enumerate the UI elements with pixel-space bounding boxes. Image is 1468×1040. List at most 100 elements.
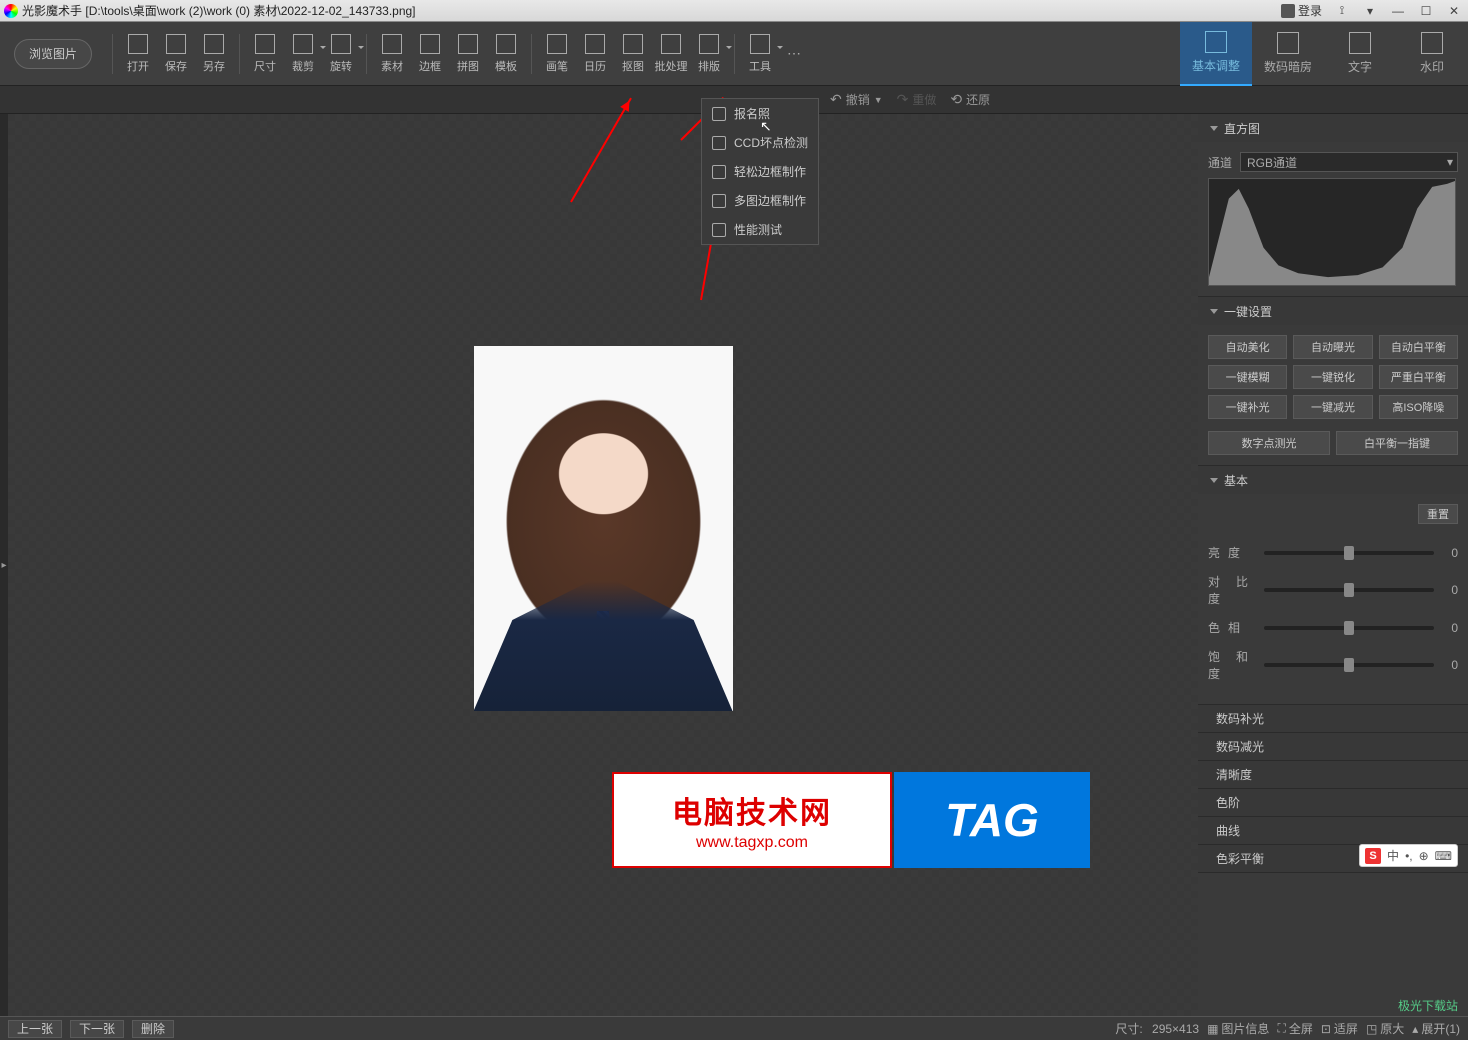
cutout-button[interactable]: 抠图 <box>614 26 652 82</box>
saturation-label: 饱和度 <box>1208 648 1256 682</box>
right-tabs: 基本调整 数码暗房 文字 水印 <box>1180 22 1468 86</box>
login-button[interactable]: 登录 <box>1281 2 1322 19</box>
saturation-slider[interactable] <box>1264 663 1434 667</box>
undo-button[interactable]: ↶撤销▼ <box>830 91 883 108</box>
redo-icon: ↷ <box>897 91 909 108</box>
basic-header[interactable]: 基本 <box>1198 466 1468 494</box>
tab-basic-adjust[interactable]: 基本调整 <box>1180 22 1252 86</box>
frame-button[interactable]: 边框 <box>411 26 449 82</box>
oneclick-blur-button[interactable]: 一键模糊 <box>1208 365 1287 389</box>
material-button[interactable]: 素材 <box>373 26 411 82</box>
undo-icon: ↶ <box>830 91 842 108</box>
basic-adjust-icon <box>1205 31 1227 53</box>
contrast-label: 对比度 <box>1208 573 1256 607</box>
ime-indicator[interactable]: S 中•,⊕⌨ <box>1359 844 1458 867</box>
template-icon <box>496 34 516 54</box>
oneclick-reduce-light-button[interactable]: 一键减光 <box>1293 395 1372 419</box>
globe-icon <box>712 107 726 121</box>
tab-text[interactable]: 文字 <box>1324 22 1396 86</box>
browse-images-button[interactable]: 浏览图片 <box>14 39 92 69</box>
section-reduce-light[interactable]: 数码减光 <box>1198 733 1468 761</box>
hue-label: 色相 <box>1208 619 1256 636</box>
basic-reset-button[interactable]: 重置 <box>1418 504 1458 524</box>
frame-make-icon <box>712 165 726 179</box>
fit-button[interactable]: ⊡ 适屏 <box>1321 1020 1358 1037</box>
section-clarity[interactable]: 清晰度 <box>1198 761 1468 789</box>
save-button[interactable]: 保存 <box>157 26 195 82</box>
text-icon <box>1349 32 1371 54</box>
frame-icon <box>420 34 440 54</box>
channel-label: 通道 <box>1208 154 1232 171</box>
oneclick-header[interactable]: 一键设置 <box>1198 297 1468 325</box>
close-button[interactable]: ✕ <box>1440 1 1468 21</box>
gauge-icon <box>712 223 726 237</box>
delete-button[interactable]: 删除 <box>132 1020 174 1038</box>
calendar-button[interactable]: 日历 <box>576 26 614 82</box>
image-canvas[interactable] <box>8 114 1198 1016</box>
high-iso-denoise-button[interactable]: 高ISO降噪 <box>1379 395 1458 419</box>
section-fill-light[interactable]: 数码补光 <box>1198 705 1468 733</box>
tab-darkroom[interactable]: 数码暗房 <box>1252 22 1324 86</box>
next-image-button[interactable]: 下一张 <box>70 1020 124 1038</box>
spot-meter-button[interactable]: 数字点测光 <box>1208 431 1330 455</box>
pin-button[interactable]: ⟟ <box>1328 1 1356 21</box>
image-size-display: 尺寸: 295×413 <box>1115 1020 1199 1037</box>
main-area: ▸ 直方图 通道 RGB通道▾ 一键设置 自动美化 <box>0 114 1468 1016</box>
calendar-icon <box>585 34 605 54</box>
rotate-icon <box>331 34 351 54</box>
batch-button[interactable]: 批处理 <box>652 26 690 82</box>
cutout-icon <box>623 34 643 54</box>
crop-button[interactable]: 裁剪 <box>284 26 322 82</box>
histogram-header[interactable]: 直方图 <box>1198 114 1468 142</box>
window-controls: ⟟ ▾ — ☐ ✕ <box>1328 1 1468 21</box>
ime-logo-icon: S <box>1365 848 1381 864</box>
open-button[interactable]: 打开 <box>119 26 157 82</box>
save-as-button[interactable]: 另存 <box>195 26 233 82</box>
left-expand-handle[interactable]: ▸ <box>0 114 8 1016</box>
cursor-icon: ↖ <box>760 118 772 135</box>
section-curves[interactable]: 曲线 <box>1198 817 1468 845</box>
collage-button[interactable]: 拼图 <box>449 26 487 82</box>
oneclick-sharpen-button[interactable]: 一键锐化 <box>1293 365 1372 389</box>
status-bar: 上一张 下一张 删除 尺寸: 295×413 ▦ 图片信息 ⛶ 全屏 ⊡ 适屏 … <box>0 1016 1468 1040</box>
maximize-button[interactable]: ☐ <box>1412 1 1440 21</box>
site-watermark: 极光下载站 <box>1398 997 1458 1014</box>
dropdown-button[interactable]: ▾ <box>1356 1 1384 21</box>
channel-select[interactable]: RGB通道▾ <box>1240 152 1458 172</box>
expand-button[interactable]: ▴ 展开(1) <box>1412 1020 1460 1037</box>
prev-image-button[interactable]: 上一张 <box>8 1020 62 1038</box>
crop-icon <box>293 34 313 54</box>
original-size-button[interactable]: ◳ 原大 <box>1366 1020 1404 1037</box>
multi-frame-icon <box>712 194 726 208</box>
menu-item-easy-frame[interactable]: 轻松边框制作 <box>702 157 818 186</box>
image-info-button[interactable]: ▦ 图片信息 <box>1207 1020 1269 1037</box>
menu-item-performance[interactable]: 性能测试 <box>702 215 818 244</box>
redo-button[interactable]: ↷重做 <box>897 91 937 108</box>
template-button[interactable]: 模板 <box>487 26 525 82</box>
oneclick-fill-light-button[interactable]: 一键补光 <box>1208 395 1287 419</box>
tools-button[interactable]: 工具 <box>741 26 779 82</box>
section-levels[interactable]: 色阶 <box>1198 789 1468 817</box>
severe-whitebalance-button[interactable]: 严重白平衡 <box>1379 365 1458 389</box>
right-panel: 直方图 通道 RGB通道▾ 一键设置 自动美化 自动曝光 自动白平衡 一键模糊 <box>1198 114 1468 1016</box>
brightness-label: 亮度 <box>1208 544 1256 561</box>
contrast-slider[interactable] <box>1264 588 1434 592</box>
size-icon <box>255 34 275 54</box>
minimize-button[interactable]: — <box>1384 1 1412 21</box>
size-button[interactable]: 尺寸 <box>246 26 284 82</box>
fullscreen-button[interactable]: ⛶ 全屏 <box>1277 1020 1312 1037</box>
more-icon[interactable]: ⋯ <box>787 45 801 62</box>
auto-whitebalance-button[interactable]: 自动白平衡 <box>1379 335 1458 359</box>
menu-item-multi-frame[interactable]: 多图边框制作 <box>702 186 818 215</box>
hue-slider[interactable] <box>1264 626 1434 630</box>
restore-button[interactable]: ⟲还原 <box>950 91 990 108</box>
brightness-slider[interactable] <box>1264 551 1434 555</box>
auto-exposure-button[interactable]: 自动曝光 <box>1293 335 1372 359</box>
auto-beautify-button[interactable]: 自动美化 <box>1208 335 1287 359</box>
rotate-button[interactable]: 旋转 <box>322 26 360 82</box>
brush-button[interactable]: 画笔 <box>538 26 576 82</box>
layout-button[interactable]: 排版 <box>690 26 728 82</box>
tab-watermark[interactable]: 水印 <box>1396 22 1468 86</box>
whitebalance-oneclick-button[interactable]: 白平衡一指键 <box>1336 431 1458 455</box>
section-oneclick: 一键设置 自动美化 自动曝光 自动白平衡 一键模糊 一键锐化 严重白平衡 一键补… <box>1198 297 1468 466</box>
